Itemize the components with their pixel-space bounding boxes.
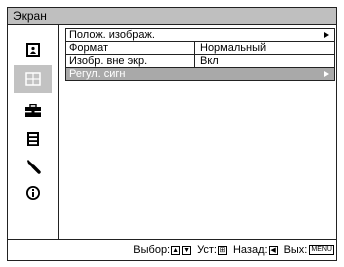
left-arrow-key-icon: ◀ [268,245,278,255]
menu-key-icon: MENU [309,245,334,255]
sidebar-item-setup[interactable] [18,98,48,124]
menu-settings-icon [27,132,39,146]
info-icon [26,186,40,200]
back-label: Назад: [232,244,268,256]
select-label: Выбор: [133,244,171,256]
sidebar-item-service[interactable] [18,153,48,179]
menu-row-label: Изобр. вне экр. [69,55,148,67]
projector-osd-menu: Экран Полож. изображ. Формат Нормальный … [7,7,337,261]
footer-help-bar: Выбор: ▲ ▼ Уст: ⊞ Назад: ◀ Вых: MENU [8,239,336,260]
chevron-right-icon [324,32,329,38]
divider [194,54,195,68]
menu-content: Полож. изображ. Формат Нормальный Изобр.… [59,25,336,239]
menu-row-overscan[interactable]: Изобр. вне экр. Вкл [65,54,335,68]
setup-toolbox-icon [25,104,41,117]
picture-icon [26,43,40,57]
menu-row-value: Нормальный [200,42,267,54]
category-sidebar [8,25,59,239]
set-label: Уст: [197,244,217,256]
menu-row-image-position[interactable]: Полож. изображ. [65,28,335,42]
menu-row-aspect[interactable]: Формат Нормальный [65,41,335,55]
menu-row-label: Регул. сигн [69,68,126,80]
up-arrow-key-icon: ▲ [171,245,181,255]
menu-row-label: Формат [69,42,109,54]
wrench-icon [27,160,41,174]
sidebar-item-picture[interactable] [18,37,48,63]
menu-row-signal-adjust[interactable]: Регул. сигн [65,67,335,81]
menu-row-value: Вкл [200,55,219,67]
divider [194,41,195,55]
chevron-right-icon [324,71,329,77]
menu-row-label: Полож. изображ. [69,29,155,41]
down-arrow-key-icon: ▼ [182,245,192,255]
sidebar-item-menu-settings[interactable] [18,126,48,152]
sidebar-item-screen[interactable] [14,65,52,93]
menu-title: Экран [13,9,47,23]
enter-key-icon: ⊞ [217,245,227,255]
screen-icon [25,72,41,86]
title-bar: Экран [8,8,336,25]
sidebar-item-info[interactable] [18,180,48,206]
exit-label: Вых: [283,244,308,256]
